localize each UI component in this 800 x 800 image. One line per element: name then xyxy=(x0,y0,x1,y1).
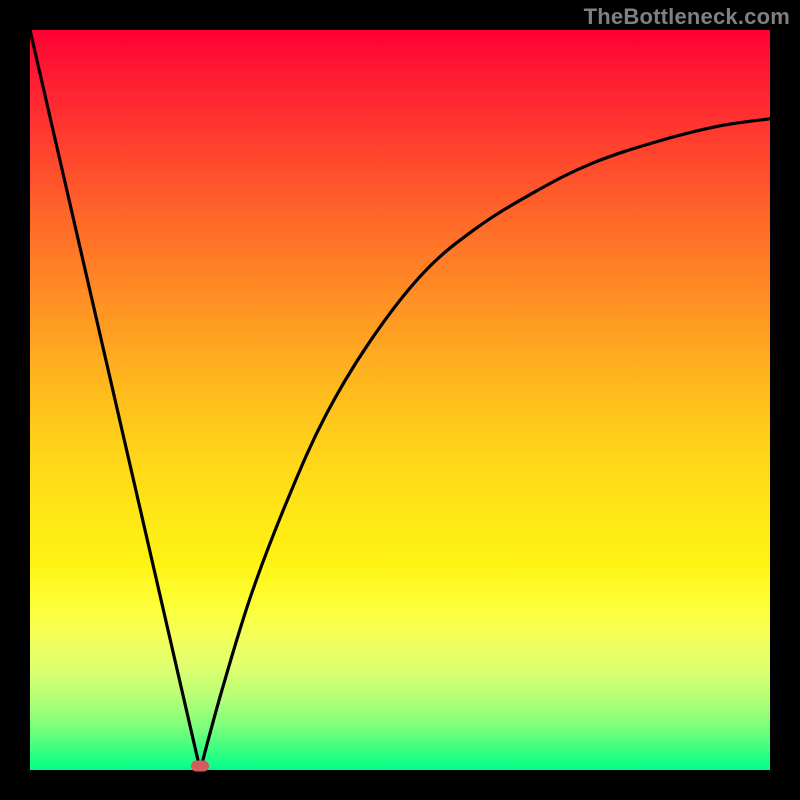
bottleneck-curve xyxy=(30,30,770,770)
watermark-text: TheBottleneck.com xyxy=(584,4,790,30)
chart-frame: TheBottleneck.com xyxy=(0,0,800,800)
curve-path xyxy=(30,30,770,770)
minimum-marker xyxy=(191,761,209,772)
plot-area xyxy=(30,30,770,770)
